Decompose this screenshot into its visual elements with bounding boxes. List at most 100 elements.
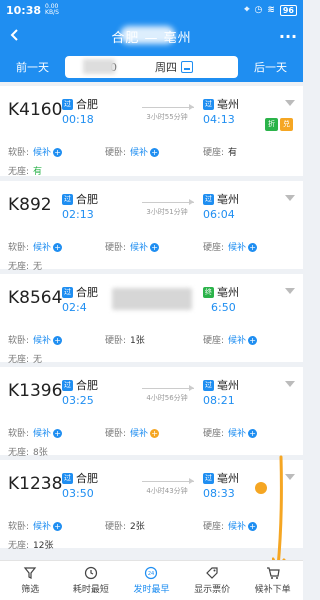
train-card[interactable]: K892 过合肥 02:13 3小时51分钟 过亳州 06:04 软卧: 候补 + …	[0, 181, 303, 272]
departure-station: 过合肥	[62, 286, 98, 299]
back-arrow-icon[interactable]	[0, 26, 30, 47]
add-waitlist-icon[interactable]: +	[150, 429, 160, 438]
train-card[interactable]: K4160 过合肥 00:18 3小时55分钟 过亳州 04:13 折 兑 软卧…	[0, 86, 303, 177]
seat-hard-sleeper[interactable]: 硬卧: 2张	[105, 519, 145, 532]
seat-soft-sleeper[interactable]: 软卧: 候补 +	[8, 145, 63, 158]
add-waitlist-icon[interactable]: +	[53, 148, 63, 157]
date-bar: 前一天 0 周四 后一天	[0, 52, 303, 82]
arrival-time: 08:21	[203, 394, 235, 407]
location-icon: ⌖	[244, 5, 250, 15]
seat-standing[interactable]: 无座: 无	[8, 352, 42, 365]
wifi-icon: ≋	[267, 5, 275, 15]
departure-station: 过合肥	[62, 193, 98, 206]
pass-through-icon: 过	[62, 379, 73, 391]
seat-soft-sleeper[interactable]: 软卧: 候补 +	[8, 426, 63, 439]
price-tag-icon	[206, 567, 218, 579]
arrival-station: 终亳州	[203, 286, 239, 299]
seat-hard-seat[interactable]: 硬座: 候补 +	[203, 333, 258, 346]
arrival-time: 08:33	[203, 487, 235, 500]
seat-soft-sleeper[interactable]: 软卧: 候补 +	[8, 519, 63, 532]
cart-icon	[266, 567, 280, 579]
seat-soft-sleeper[interactable]: 软卧: 候补 +	[8, 333, 63, 346]
battery-indicator: 96	[279, 4, 297, 16]
add-waitlist-icon[interactable]: +	[248, 522, 258, 531]
seat-standing[interactable]: 无座: 12张	[8, 538, 54, 551]
departure-time: 00:18	[62, 113, 94, 126]
pass-through-icon: 过	[203, 98, 214, 110]
add-waitlist-icon[interactable]: +	[248, 336, 258, 345]
network-speed: 0.00 KB/S	[45, 3, 59, 16]
annotation-arrow	[272, 455, 286, 572]
departure-time: 03:50	[62, 487, 94, 500]
more-menu-icon[interactable]: ···	[273, 27, 303, 46]
svg-text:24: 24	[148, 571, 154, 577]
seat-standing[interactable]: 无座: 8张	[8, 445, 48, 458]
pass-through-icon: 过	[62, 286, 73, 298]
seat-hard-seat[interactable]: 硬座: 候补 +	[203, 240, 258, 253]
next-day-button[interactable]: 后一天	[238, 59, 303, 75]
departure-time: 02:13	[62, 208, 94, 221]
seat-standing[interactable]: 无座: 有	[8, 164, 42, 177]
seat-soft-sleeper[interactable]: 软卧: 候补 +	[8, 240, 63, 253]
seat-hard-sleeper[interactable]: 硬卧: 1张	[105, 333, 145, 346]
expand-chevron-icon[interactable]	[285, 100, 295, 106]
departure-time: 03:25	[62, 394, 94, 407]
seat-hard-seat[interactable]: 硬座: 有	[203, 145, 237, 158]
pass-through-icon: 过	[203, 472, 214, 484]
shortest-duration-tab[interactable]: 耗时最短	[61, 561, 122, 600]
direction-arrow	[142, 385, 194, 391]
add-waitlist-icon[interactable]: +	[53, 336, 63, 345]
earliest-departure-tab[interactable]: 24 发时最早	[121, 561, 182, 600]
train-number: K892	[8, 195, 52, 215]
arrival-station: 过亳州	[203, 193, 239, 206]
waitlist-order-tab[interactable]: 候补下单	[242, 561, 303, 600]
departure-time: 02:4	[62, 301, 87, 314]
redacted-date	[83, 59, 115, 74]
train-number: K8564	[8, 288, 63, 308]
expand-chevron-icon[interactable]	[285, 474, 295, 480]
departure-station: 过合肥	[62, 98, 98, 111]
train-card[interactable]: K8564 过合肥 02:4 终亳州 6:50 软卧: 候补 + 硬卧: 1张 硬座:…	[0, 274, 303, 365]
expand-chevron-icon[interactable]	[285, 195, 295, 201]
clock-24-icon: 24	[145, 566, 158, 580]
add-waitlist-icon[interactable]: +	[248, 243, 258, 252]
status-bar: 10:38 0.00 KB/S ⌖ ◷ ≋ 96	[0, 0, 303, 20]
terminal-icon: 终	[203, 286, 214, 298]
prev-day-button[interactable]: 前一天	[0, 59, 65, 75]
exchange-badge: 兑	[280, 118, 293, 131]
direction-arrow	[142, 104, 194, 110]
train-card[interactable]: K1238 过合肥 03:50 4小时43分钟 过亳州 08:33 软卧: 候补 +…	[0, 460, 303, 551]
add-waitlist-icon[interactable]: +	[53, 522, 63, 531]
discount-badge: 折	[265, 118, 278, 131]
add-waitlist-icon[interactable]: +	[53, 243, 63, 252]
pass-through-icon: 过	[203, 193, 214, 205]
seat-hard-seat[interactable]: 硬座: 候补 +	[203, 426, 258, 439]
seat-hard-sleeper[interactable]: 硬卧: 候补 +	[105, 145, 160, 158]
seat-hard-sleeper[interactable]: 硬卧: 候补 +	[105, 426, 160, 439]
filter-tab[interactable]: 筛选	[0, 561, 61, 600]
arrival-time: 6:50	[211, 301, 236, 314]
expand-chevron-icon[interactable]	[285, 288, 295, 294]
seat-standing[interactable]: 无座: 无	[8, 259, 42, 272]
pass-through-icon: 过	[62, 472, 73, 484]
departure-station: 过合肥	[62, 379, 98, 392]
add-waitlist-icon[interactable]: +	[150, 243, 160, 252]
travel-duration: 3小时51分钟	[146, 208, 188, 216]
train-number: K1238	[8, 474, 63, 494]
arrival-station: 过亳州	[203, 472, 239, 485]
expand-chevron-icon[interactable]	[285, 381, 295, 387]
train-card[interactable]: K1396 过合肥 03:25 4小时56分钟 过亳州 08:21 软卧: 候补 +…	[0, 367, 303, 458]
date-picker[interactable]: 0 周四	[65, 56, 238, 78]
add-waitlist-icon[interactable]: +	[53, 429, 63, 438]
train-number: K1396	[8, 381, 63, 401]
show-price-tab[interactable]: 显示票价	[182, 561, 243, 600]
seat-hard-seat[interactable]: 硬座: 候补 +	[203, 519, 258, 532]
annotation-dot	[255, 482, 267, 494]
clock-icon	[84, 566, 97, 580]
arrival-time: 04:13	[203, 113, 235, 126]
add-waitlist-icon[interactable]: +	[248, 429, 258, 438]
add-waitlist-icon[interactable]: +	[150, 148, 160, 157]
redacted-region	[120, 26, 175, 44]
travel-duration: 4小时43分钟	[146, 487, 188, 495]
seat-hard-sleeper[interactable]: 硬卧: 候补 +	[105, 240, 160, 253]
